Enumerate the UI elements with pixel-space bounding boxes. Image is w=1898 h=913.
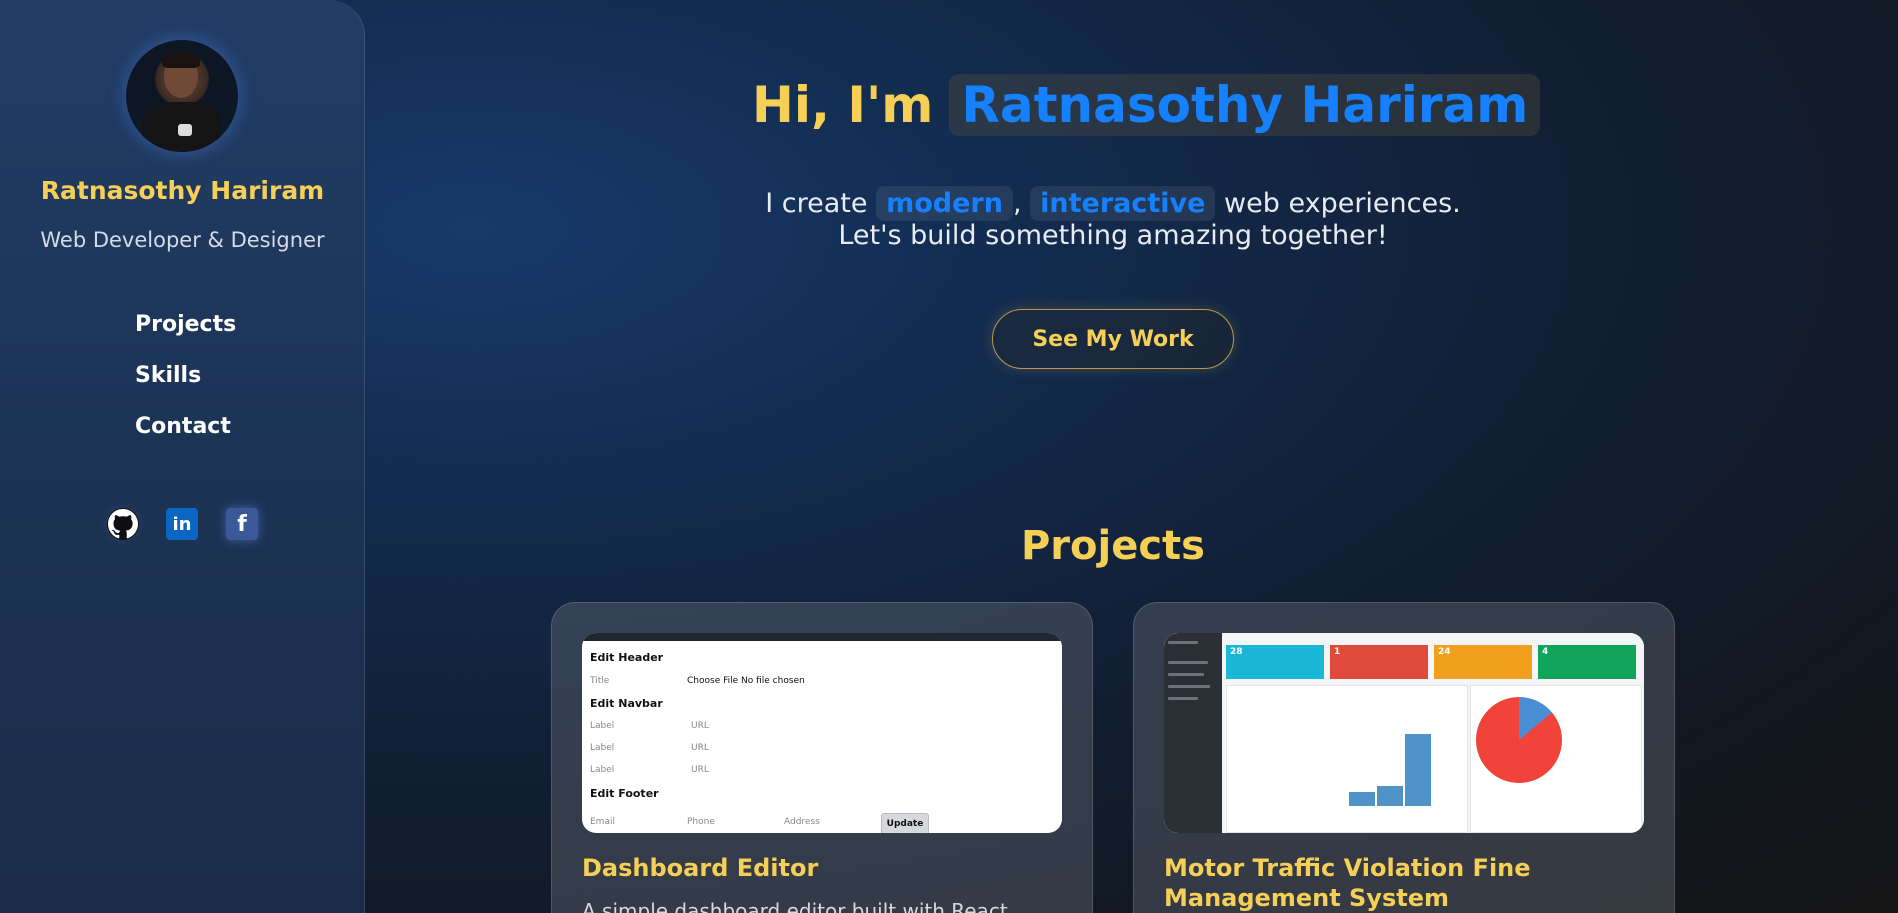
- linkedin-icon[interactable]: in: [166, 508, 198, 540]
- nav-item-skills[interactable]: Skills: [135, 363, 201, 388]
- facebook-icon[interactable]: f: [226, 508, 258, 540]
- nav-item-projects[interactable]: Projects: [135, 312, 236, 337]
- sidebar: Ratnasothy Hariram Web Developer & Desig…: [0, 0, 365, 913]
- projects-heading: Projects: [1020, 523, 1205, 569]
- hero-word-interactive: interactive: [1030, 186, 1216, 221]
- avatar: [126, 40, 238, 152]
- hero-word-modern: modern: [876, 186, 1013, 221]
- hero-line1-before: I create: [765, 188, 868, 219]
- hero-name: Ratnasothy Hariram: [949, 74, 1541, 136]
- sidebar-role: Web Developer & Designer: [40, 228, 325, 252]
- github-icon[interactable]: [107, 508, 139, 540]
- hero-greeting: Hi, I'm: [752, 76, 934, 134]
- see-my-work-button[interactable]: See My Work: [992, 309, 1234, 369]
- project-card-traffic-fine-system[interactable]: 28 1 24 4 Motor Traffic Violation Fine M…: [1133, 602, 1675, 913]
- project-thumbnail: Edit Header Title Choose File No file ch…: [582, 633, 1062, 833]
- hero-line1-after: web experiences.: [1224, 188, 1461, 219]
- project-description: A simple dashboard editor built with Rea…: [582, 899, 1008, 913]
- project-thumbnail: 28 1 24 4: [1164, 633, 1644, 833]
- hero-title: Hi, I'm Ratnasothy Hariram: [752, 74, 1541, 136]
- project-title: Motor Traffic Violation Fine Management …: [1164, 854, 1531, 912]
- sidebar-name: Ratnasothy Hariram: [40, 176, 325, 205]
- hero-subtitle: I create modern, interactive web experie…: [600, 186, 1626, 252]
- project-card-dashboard-editor[interactable]: Edit Header Title Choose File No file ch…: [551, 602, 1093, 913]
- nav-item-contact[interactable]: Contact: [135, 414, 231, 439]
- project-title: Dashboard Editor: [582, 854, 819, 882]
- hero-line2: Let's build something amazing together!: [838, 220, 1388, 251]
